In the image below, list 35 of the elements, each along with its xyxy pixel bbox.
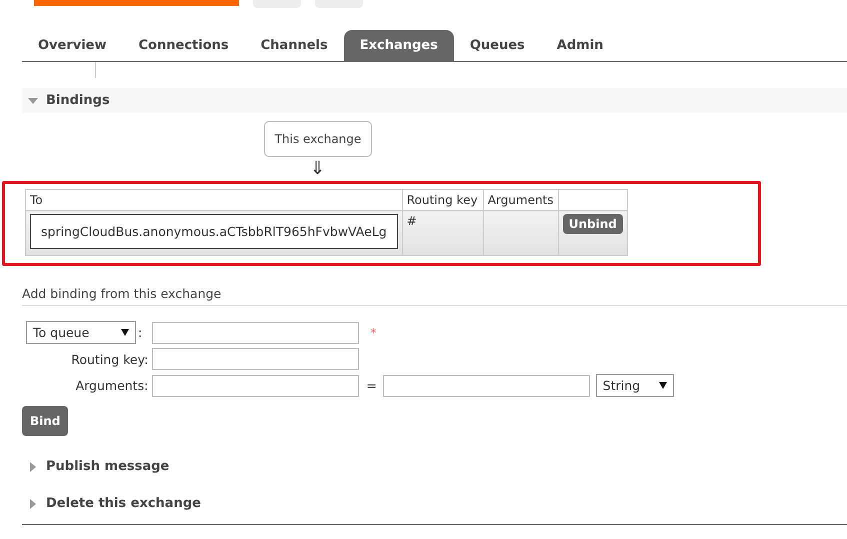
argument-type-select[interactable]: String (596, 374, 674, 397)
collapsed-triangle-icon (28, 498, 38, 508)
destination-type-select[interactable]: To queue (26, 321, 136, 344)
column-header: Routing key (402, 190, 484, 210)
colon: : (138, 325, 144, 340)
field-label: Arguments: (76, 378, 150, 393)
dropdown-caret-icon (121, 329, 129, 336)
routing-key: # (406, 214, 417, 228)
argument-value-input[interactable] (382, 374, 590, 396)
nav-tab[interactable]: Queues (454, 30, 541, 61)
section-header[interactable]: Bindings (22, 88, 847, 113)
equals-sign: = (366, 378, 377, 393)
dropdown-caret-icon (658, 382, 667, 389)
unbind-button[interactable]: Unbind (562, 214, 623, 234)
nav-tab[interactable]: Overview (22, 30, 123, 61)
nav-tab[interactable]: Exchanges (344, 30, 454, 61)
form-heading: Add binding from this exchange (22, 286, 847, 306)
argument-key-input[interactable] (152, 374, 360, 396)
bind-button[interactable]: Bind (22, 406, 68, 436)
down-arrow: ⇓ (310, 158, 326, 179)
column-header: Arguments (483, 190, 558, 210)
field-label: Routing key: (71, 352, 150, 366)
column-header: To (26, 190, 402, 210)
nav-tab[interactable]: Channels (244, 30, 344, 61)
queue-name[interactable]: springCloudBus.anonymous.aCTsbbRlT965hFvbwVAeLg (30, 214, 398, 249)
section-header[interactable]: Delete this exchange (22, 491, 847, 516)
collapsed-triangle-icon (28, 462, 38, 472)
nav-tab[interactable]: Connections (122, 30, 245, 61)
routing-key-input[interactable] (152, 348, 360, 370)
source-exchange-box: This exchange (264, 121, 372, 157)
destination-input[interactable] (152, 322, 360, 344)
nav-tab[interactable]: Admin (540, 30, 620, 61)
required-mark: * (370, 326, 376, 340)
section-header[interactable]: Publish message (22, 454, 847, 479)
expanded-triangle-icon (28, 96, 38, 106)
